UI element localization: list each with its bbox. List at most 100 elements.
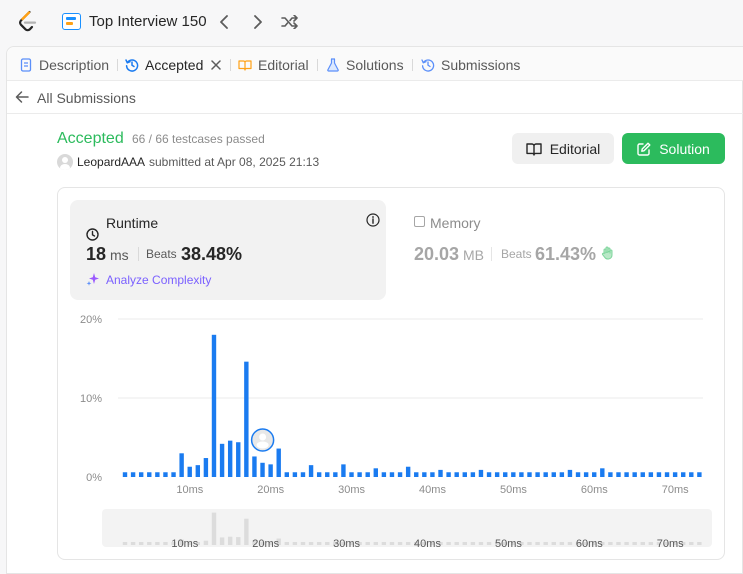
brush-bar bbox=[308, 542, 314, 545]
bar[interactable] bbox=[155, 472, 160, 477]
analyze-complexity-link[interactable]: Analyze Complexity bbox=[106, 273, 211, 287]
editorial-button[interactable]: Editorial bbox=[512, 133, 614, 164]
bar[interactable] bbox=[494, 472, 500, 477]
bar[interactable] bbox=[608, 472, 613, 477]
all-submissions-link[interactable]: All Submissions bbox=[37, 90, 136, 106]
tab-solutions[interactable]: Solutions bbox=[326, 56, 404, 74]
bar[interactable] bbox=[640, 472, 645, 477]
tab-description[interactable]: Description bbox=[19, 56, 109, 74]
bar[interactable] bbox=[236, 442, 241, 477]
bar[interactable] bbox=[163, 472, 168, 477]
prev-problem-button[interactable] bbox=[213, 11, 235, 33]
bar[interactable] bbox=[325, 472, 330, 477]
bar[interactable] bbox=[276, 448, 281, 477]
tab-submissions[interactable]: Submissions bbox=[421, 56, 520, 74]
bar[interactable] bbox=[527, 472, 532, 477]
bar[interactable] bbox=[478, 469, 484, 477]
bar[interactable] bbox=[624, 472, 629, 477]
bar[interactable] bbox=[592, 472, 597, 477]
close-tab-icon[interactable] bbox=[211, 60, 222, 70]
bar[interactable] bbox=[632, 472, 637, 477]
bar[interactable] bbox=[300, 472, 306, 477]
bar[interactable] bbox=[543, 472, 548, 477]
bar[interactable] bbox=[470, 472, 476, 477]
bar[interactable] bbox=[244, 361, 249, 477]
bar[interactable] bbox=[454, 472, 459, 477]
bar[interactable] bbox=[600, 468, 605, 477]
next-problem-button[interactable] bbox=[247, 11, 269, 33]
tab-editorial[interactable]: Editorial bbox=[238, 56, 309, 74]
bar[interactable] bbox=[333, 472, 338, 477]
bar[interactable] bbox=[697, 472, 702, 477]
bar[interactable] bbox=[227, 440, 233, 477]
bar[interactable] bbox=[211, 334, 217, 477]
bar[interactable] bbox=[430, 472, 435, 477]
bar[interactable] bbox=[519, 472, 524, 477]
bar[interactable] bbox=[122, 472, 128, 477]
memory-chip-icon bbox=[414, 216, 425, 227]
bar[interactable] bbox=[462, 472, 467, 477]
bar[interactable] bbox=[681, 472, 686, 477]
bar[interactable] bbox=[284, 472, 289, 477]
username-link[interactable]: LeopardAAA bbox=[77, 155, 145, 169]
leetcode-logo-icon[interactable] bbox=[16, 10, 40, 34]
bar[interactable] bbox=[187, 466, 192, 477]
bar[interactable] bbox=[179, 453, 184, 477]
bar[interactable] bbox=[656, 472, 662, 477]
bar[interactable] bbox=[616, 472, 621, 477]
bar[interactable] bbox=[486, 472, 492, 477]
bar[interactable] bbox=[397, 472, 403, 477]
bar[interactable] bbox=[130, 472, 136, 477]
bar[interactable] bbox=[365, 472, 370, 477]
arrow-left-icon[interactable] bbox=[15, 90, 29, 104]
info-icon[interactable] bbox=[366, 213, 380, 227]
bar[interactable] bbox=[422, 472, 427, 477]
bar[interactable] bbox=[535, 472, 540, 477]
x-tick-label: 20ms bbox=[257, 484, 284, 496]
tab-accepted[interactable]: Accepted bbox=[125, 56, 222, 74]
bar[interactable] bbox=[672, 472, 678, 477]
bar[interactable] bbox=[138, 472, 144, 477]
bar[interactable] bbox=[316, 472, 322, 477]
bar[interactable] bbox=[648, 472, 654, 477]
bar[interactable] bbox=[219, 443, 225, 477]
bar[interactable] bbox=[567, 469, 573, 477]
bar[interactable] bbox=[511, 472, 516, 477]
bar[interactable] bbox=[414, 472, 419, 477]
problem-list-title[interactable]: Top Interview 150 bbox=[89, 13, 207, 30]
random-problem-button[interactable] bbox=[279, 11, 301, 33]
runtime-distribution-chart[interactable]: 0% 10% 20% 10ms 20ms 30ms 40ms 50ms 60ms 70ms 10ms… bbox=[58, 303, 726, 560]
bar[interactable] bbox=[664, 472, 670, 477]
bar[interactable] bbox=[195, 465, 201, 477]
bar[interactable] bbox=[203, 458, 209, 477]
bar[interactable] bbox=[381, 472, 387, 477]
bar[interactable] bbox=[438, 469, 443, 477]
back-row[interactable]: All Submissions bbox=[7, 81, 743, 114]
bar[interactable] bbox=[689, 472, 694, 477]
bar[interactable] bbox=[559, 472, 565, 477]
bar[interactable] bbox=[373, 468, 378, 477]
avatar[interactable] bbox=[57, 154, 73, 170]
bar[interactable] bbox=[583, 472, 589, 477]
bar[interactable] bbox=[147, 472, 152, 477]
bar[interactable] bbox=[252, 456, 257, 477]
bar[interactable] bbox=[405, 466, 411, 477]
bar[interactable] bbox=[308, 465, 314, 477]
bar[interactable] bbox=[575, 472, 581, 477]
memory-label[interactable]: Memory bbox=[430, 215, 481, 231]
bar[interactable] bbox=[260, 462, 265, 477]
bar[interactable] bbox=[292, 472, 298, 477]
runtime-panel[interactable]: Runtime 18 ms Beats 38.48% Analyze Compl… bbox=[70, 200, 386, 300]
bar[interactable] bbox=[446, 472, 451, 477]
brush-tick-label: 30ms bbox=[333, 538, 360, 550]
bar[interactable] bbox=[171, 472, 176, 477]
bar[interactable] bbox=[268, 464, 273, 477]
bar[interactable] bbox=[503, 472, 508, 477]
bar[interactable] bbox=[389, 472, 395, 477]
problem-list-icon[interactable] bbox=[62, 13, 81, 30]
bar[interactable] bbox=[357, 472, 362, 477]
bar[interactable] bbox=[349, 472, 354, 477]
solution-button[interactable]: Solution bbox=[622, 133, 725, 164]
bar[interactable] bbox=[341, 464, 346, 477]
bar[interactable] bbox=[551, 472, 556, 477]
